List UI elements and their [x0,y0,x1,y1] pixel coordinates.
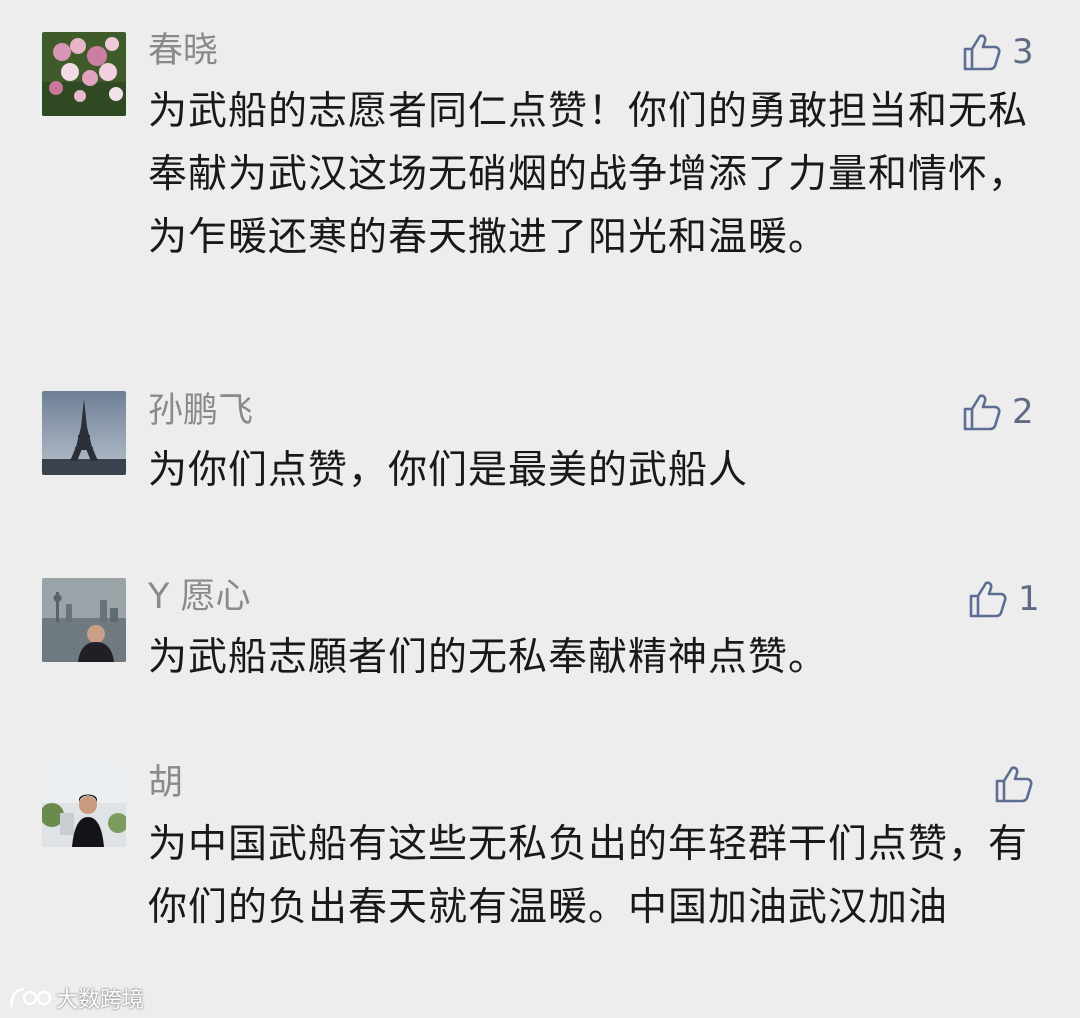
thumbs-up-icon [969,581,1007,618]
comment-text: 为武船志願者们的无私奉献精神点赞。 [148,635,829,680]
like-button[interactable]: 2 [960,390,1034,434]
thumbs-up-icon [963,394,1001,431]
like-count: 3 [1012,32,1034,72]
comment-item: 春晓 3 为武船的志愿者同仁点赞！你们的勇敢担当和无私奉献为武汉这场无硝烟的战争… [0,0,1080,340]
like-count: 2 [1012,392,1034,432]
like-button[interactable]: 1 [966,577,1040,621]
thumbs-up-icon [995,766,1033,803]
user-avatar[interactable] [42,391,126,475]
user-avatar[interactable] [42,763,126,847]
like-count: 1 [1018,579,1040,619]
comment-author: 春晓 [148,31,219,71]
city-skyline-portrait-avatar [42,578,126,662]
comment-text: 为武船的志愿者同仁点赞！你们的勇敢担当和无私奉献为武汉这场无硝烟的战争增添了力量… [148,89,1029,260]
watermark-text: 大数跨境 [56,988,145,1013]
like-button[interactable]: 3 [960,30,1034,74]
comment-item: Y 愿心 1 为武船志願者们的无私奉献精神点赞。 [0,566,1080,696]
comment-author: Y 愿心 [148,577,251,617]
user-avatar[interactable] [42,578,126,662]
comment-item: 孙鹏飞 2 为你们点赞，你们是最美的武船人 [0,380,1080,520]
brand-logo-icon [10,987,52,1008]
thumbs-up-icon [963,34,1001,71]
comment-item: 胡 为中国武船有这些无私负出的年轻群干们点赞，有你们的负出春天就有温暖。中国加油… [0,752,1080,1018]
like-button[interactable] [992,762,1044,806]
comment-author: 孙鹏飞 [148,391,254,431]
outdoor-portrait-avatar [42,763,126,847]
comment-text: 为你们点赞，你们是最美的武船人 [148,448,749,493]
user-avatar[interactable] [42,32,126,116]
watermark: 大数跨境 [8,982,144,1014]
comment-author: 胡 [148,763,184,803]
flower-photo-avatar [42,32,126,116]
eiffel-tower-photo-avatar [42,391,126,475]
comment-text: 为中国武船有这些无私负出的年轻群干们点赞，有你们的负出春天就有温暖。中国加油武汉… [148,822,1029,930]
